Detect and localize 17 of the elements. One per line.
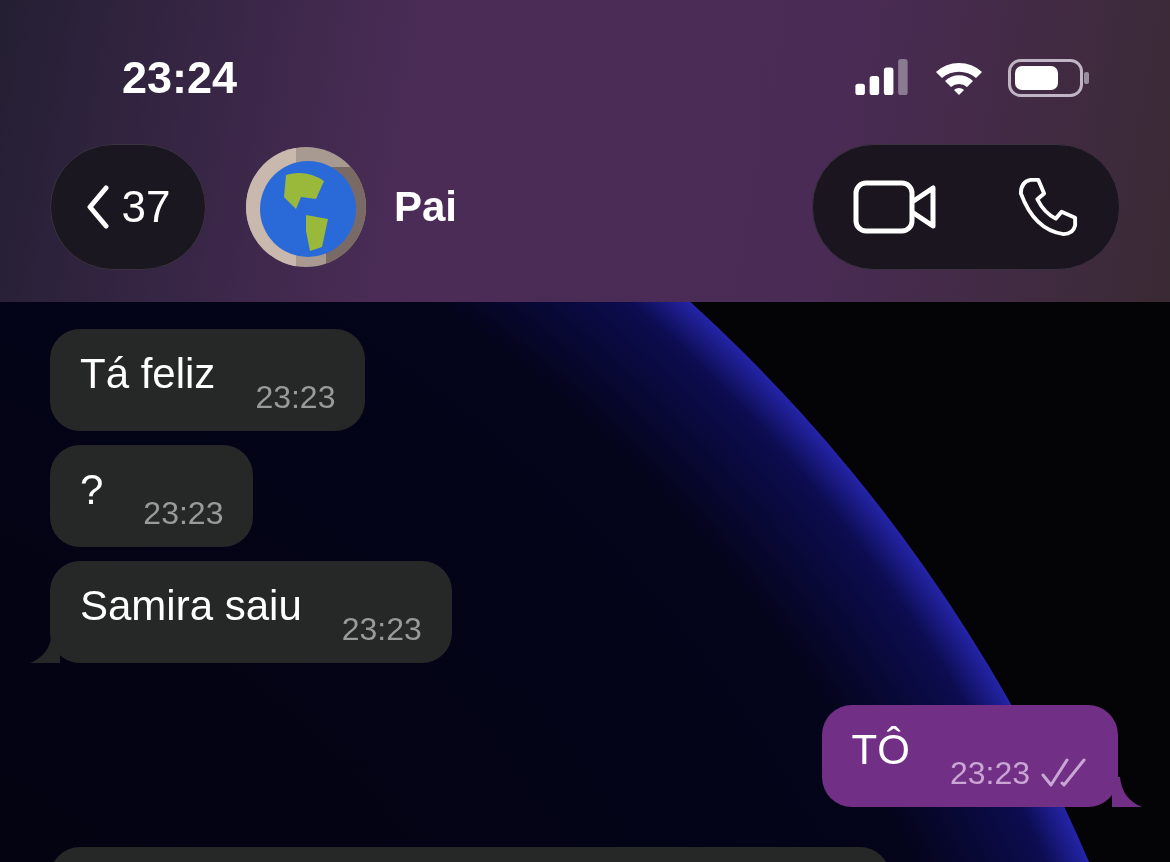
message-text: Samira saiu bbox=[80, 581, 302, 631]
message-time: 23:23 bbox=[255, 379, 336, 415]
battery-icon bbox=[1008, 59, 1090, 97]
back-button[interactable]: 37 bbox=[50, 144, 206, 270]
message-text: TÔ bbox=[851, 725, 910, 775]
contact-name[interactable]: Pai bbox=[394, 183, 458, 231]
message-time: 23:23 bbox=[341, 611, 422, 647]
chevron-left-icon bbox=[85, 185, 110, 229]
signal-icon bbox=[854, 59, 910, 97]
message-time: 23:23 bbox=[143, 495, 224, 531]
video-call-icon[interactable] bbox=[853, 180, 937, 234]
wifi-icon bbox=[934, 60, 984, 96]
message-text: Tá feliz bbox=[80, 349, 216, 399]
phone-call-icon[interactable] bbox=[1017, 176, 1079, 238]
message-time: 23:23 bbox=[949, 755, 1030, 791]
message-text: ? bbox=[80, 465, 104, 515]
status-time: 23:24 bbox=[122, 52, 238, 104]
